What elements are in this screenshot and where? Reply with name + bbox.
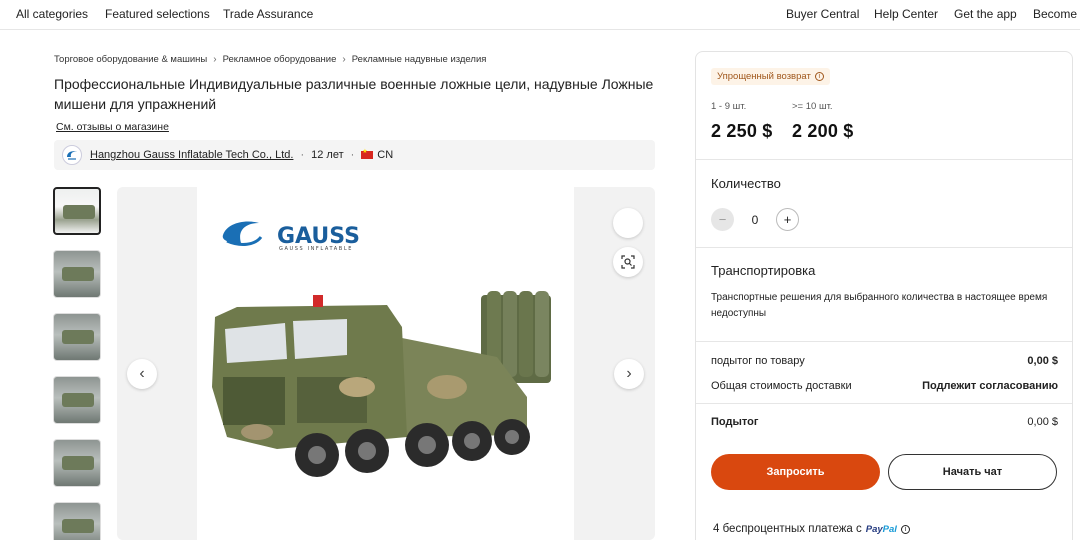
product-title: Профессиональные Индивидуальные различны… bbox=[54, 76, 654, 112]
easy-return-label: Упрощенный возврат bbox=[717, 71, 811, 82]
breadcrumb-item-inflatables[interactable]: Рекламные надувные изделия bbox=[352, 54, 487, 65]
product-thumbnail-image bbox=[62, 330, 94, 344]
previous-image-button[interactable]: ‹ bbox=[127, 359, 157, 389]
image-search-button[interactable] bbox=[613, 247, 643, 277]
nav-buyer-central[interactable]: Buyer Central bbox=[786, 7, 859, 21]
total-label: Подытог bbox=[711, 416, 759, 428]
supplier-bar: Hangzhou Gauss Inflatable Tech Co., Ltd.… bbox=[54, 140, 655, 170]
inflatable-truck-illustration: GAUSS GAUSS INFLATABLE bbox=[212, 221, 551, 477]
gauss-logo-icon bbox=[67, 151, 77, 160]
easy-return-badge[interactable]: Упрощенный возврат i bbox=[711, 68, 830, 85]
chevron-left-icon: ‹ bbox=[139, 365, 145, 382]
main-product-image[interactable]: GAUSS GAUSS INFLATABLE bbox=[197, 187, 574, 540]
image-search-icon bbox=[621, 255, 635, 269]
supplier-name-link[interactable]: Hangzhou Gauss Inflatable Tech Co., Ltd. bbox=[90, 149, 293, 161]
nav-become-supplier[interactable]: Become a bbox=[1033, 7, 1080, 21]
subtotal-row: подытог по товару 0,00 $ bbox=[711, 355, 1058, 367]
shipping-title: Транспортировка bbox=[711, 263, 816, 278]
favorite-button[interactable] bbox=[613, 208, 643, 238]
divider bbox=[696, 247, 1072, 248]
gallery-thumbnail[interactable] bbox=[53, 187, 101, 235]
gallery-thumbnail[interactable] bbox=[53, 313, 101, 361]
divider bbox=[696, 159, 1072, 160]
paypal-pal-text: Pal bbox=[882, 524, 897, 535]
quantity-title: Количество bbox=[711, 176, 781, 191]
paypal-logo-icon: PayPal bbox=[866, 523, 897, 535]
price-tier-qty: 1 - 9 шт. bbox=[711, 101, 747, 112]
shipping-cost-label: Общая стоимость доставки bbox=[711, 380, 852, 392]
shipping-unavailable-text: Транспортные решения для выбранного коли… bbox=[711, 292, 1048, 319]
product-thumbnail-image bbox=[62, 267, 94, 281]
nav-get-the-app[interactable]: Get the app bbox=[954, 7, 1017, 21]
chevron-right-icon: › bbox=[213, 54, 217, 65]
product-thumbnail-image bbox=[62, 519, 94, 533]
chevron-right-icon: › bbox=[626, 365, 632, 382]
next-image-button[interactable]: › bbox=[614, 359, 644, 389]
purchase-panel: Упрощенный возврат i 1 - 9 шт. 2 250 $ >… bbox=[695, 51, 1073, 540]
store-reviews-link[interactable]: См. отзывы о магазине bbox=[56, 121, 169, 133]
breadcrumb: Торговое оборудование & машины › Рекламн… bbox=[54, 54, 486, 65]
breadcrumb-item-trade-equipment[interactable]: Торговое оборудование & машины bbox=[54, 54, 207, 65]
divider bbox=[696, 341, 1072, 342]
gallery-thumbnail[interactable] bbox=[53, 250, 101, 298]
info-icon[interactable]: i bbox=[900, 524, 910, 534]
gallery-thumbnail[interactable] bbox=[53, 502, 101, 540]
supplier-logo bbox=[62, 145, 82, 165]
start-chat-button[interactable]: Начать чат bbox=[888, 454, 1057, 490]
product-thumbnail-image bbox=[63, 205, 95, 219]
subtotal-value: 0,00 $ bbox=[1027, 355, 1058, 367]
quantity-increase-button[interactable]: + bbox=[776, 208, 799, 231]
price-tier-value: 2 200 $ bbox=[792, 121, 854, 141]
nav-all-categories[interactable]: All categories bbox=[16, 7, 88, 21]
nav-trade-assurance[interactable]: Trade Assurance bbox=[223, 7, 313, 21]
separator-dot: · bbox=[350, 149, 355, 161]
china-flag-icon bbox=[361, 148, 374, 159]
total-value: 0,00 $ bbox=[1027, 416, 1058, 428]
separator-dot: · bbox=[300, 149, 305, 161]
quantity-stepper: − + bbox=[711, 208, 799, 231]
info-icon: i bbox=[814, 72, 824, 81]
price-tier-value: 2 250 $ bbox=[711, 121, 773, 141]
paypal-pay-text: Pay bbox=[865, 524, 883, 535]
quantity-decrease-button[interactable]: − bbox=[711, 208, 734, 231]
nav-featured-selections[interactable]: Featured selections bbox=[105, 7, 210, 21]
brand-logo-subtext: GAUSS INFLATABLE bbox=[279, 246, 353, 252]
gallery-thumbnail[interactable] bbox=[53, 439, 101, 487]
chevron-right-icon: › bbox=[342, 54, 346, 65]
shipping-cost-row: Общая стоимость доставки Подлежит соглас… bbox=[711, 380, 1058, 392]
gallery-thumbnail[interactable] bbox=[53, 376, 101, 424]
subtotal-label: подытог по товару bbox=[711, 355, 805, 367]
divider bbox=[696, 403, 1072, 404]
product-thumbnail-image bbox=[62, 456, 94, 470]
payment-installments: 4 беспроцентных платежа с PayPal i bbox=[713, 523, 910, 535]
quantity-input[interactable] bbox=[734, 208, 776, 231]
installments-text: 4 беспроцентных платежа с bbox=[713, 523, 862, 535]
shipping-cost-value: Подлежит согласованию bbox=[922, 380, 1058, 392]
supplier-years: 12 лет bbox=[311, 149, 344, 161]
total-row: Подытог 0,00 $ bbox=[711, 416, 1058, 428]
product-thumbnail-image bbox=[62, 393, 94, 407]
request-quote-button[interactable]: Запросить bbox=[711, 454, 880, 490]
top-navigation: All categories Featured selections Trade… bbox=[0, 0, 1080, 30]
breadcrumb-item-advertising-equipment[interactable]: Рекламное оборудование bbox=[223, 54, 337, 65]
price-tier-qty: >= 10 шт. bbox=[792, 101, 833, 112]
nav-help-center[interactable]: Help Center bbox=[874, 7, 938, 21]
supplier-country: CN bbox=[377, 149, 394, 161]
main-product-gallery: GAUSS GAUSS INFLATABLE ‹ › bbox=[117, 187, 655, 540]
